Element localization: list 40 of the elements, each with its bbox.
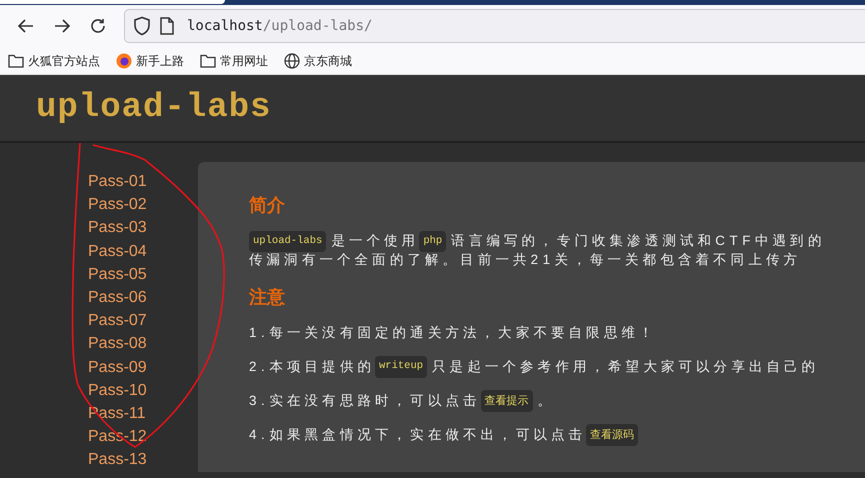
code-tag: upload-labs: [249, 230, 326, 252]
note-text: 4.如果黑盒情况下，实在做不出，可以点击: [249, 426, 586, 444]
hint-link[interactable]: 查看提示: [480, 390, 533, 412]
note-text: 3.实在没有思路时，可以点击: [249, 392, 481, 410]
intro-text: 是一个使用: [331, 232, 420, 250]
sidebar-link[interactable]: Pass-02: [0, 193, 198, 216]
page-icon: [159, 17, 175, 35]
sidebar-link[interactable]: Pass-13: [0, 448, 198, 472]
note-text: 。: [538, 392, 556, 410]
firefox-icon: [116, 52, 132, 68]
sidebar-link[interactable]: Pass-09: [0, 356, 198, 379]
site-logo: upload-labs: [36, 88, 272, 128]
bookmark-link[interactable]: 京东商城: [304, 52, 352, 70]
bookmark-link[interactable]: 常用网址: [220, 52, 268, 70]
note-text: 2.本项目提供的: [249, 358, 375, 376]
intro-text: 传漏洞有一个全面的了解。目前一共21关，每一关都包含着不同上传方: [249, 251, 802, 270]
bookmark-link[interactable]: 新手上路: [136, 52, 184, 70]
folder-icon: [200, 54, 216, 68]
note-text: 只是起一个参考作用，希望大家可以分享出自己的: [432, 358, 820, 376]
address-bar[interactable]: localhost/upload-labs/: [124, 9, 865, 43]
sidebar-link[interactable]: Pass-05: [0, 262, 198, 286]
code-tag: writeup: [374, 356, 428, 378]
sidebar-link[interactable]: Pass-07: [0, 309, 198, 332]
code-tag: php: [419, 230, 446, 252]
folder-icon: [8, 54, 24, 68]
globe-icon: [284, 52, 300, 68]
intro-text: 语言编写的，专门收集渗透测试和CTF中遇到的: [451, 232, 826, 250]
section-heading: 简介: [249, 194, 286, 217]
url-text: localhost/upload-labs/: [187, 16, 372, 36]
hint-link[interactable]: 查看源码: [586, 424, 638, 446]
bookmark-link[interactable]: 火狐官方站点: [28, 52, 100, 70]
sidebar-link[interactable]: Pass-04: [0, 240, 198, 263]
sidebar-link[interactable]: Pass-06: [0, 286, 198, 310]
section-heading: 注意: [249, 286, 286, 309]
note-text: 1.每一关没有固定的通关方法，大家不要自限思维！: [249, 324, 657, 342]
sidebar-link[interactable]: Pass-10: [0, 378, 198, 402]
sidebar-link[interactable]: Pass-03: [0, 216, 198, 240]
sidebar-link[interactable]: Pass-08: [0, 332, 198, 356]
sidebar-link[interactable]: Pass-01: [0, 170, 198, 194]
shield-icon[interactable]: [133, 16, 151, 36]
